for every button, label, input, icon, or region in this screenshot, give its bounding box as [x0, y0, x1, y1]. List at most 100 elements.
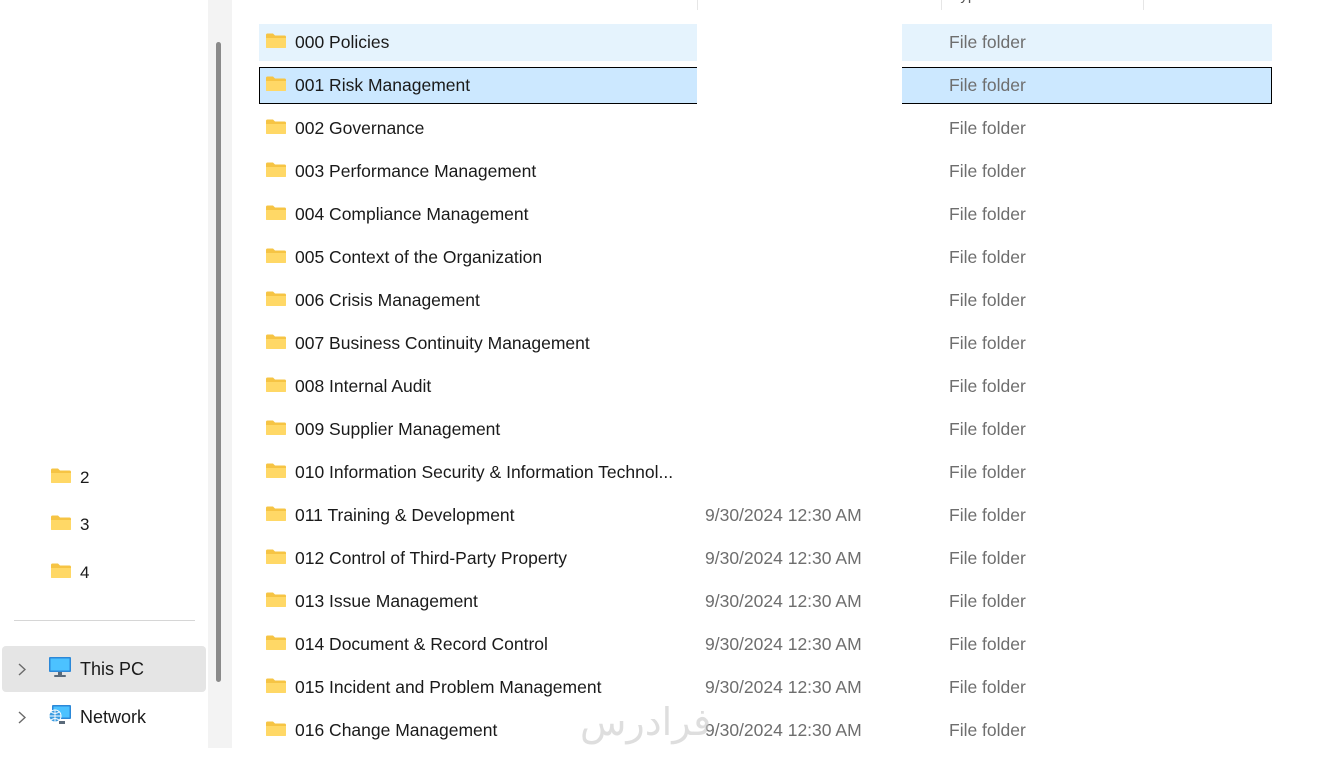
file-name-cell[interactable]: 002 Governance	[265, 110, 697, 147]
file-date-modified	[705, 282, 905, 319]
file-row[interactable]: 000 Policies File folder	[259, 24, 1272, 61]
file-row[interactable]: 006 Crisis Management File folder	[259, 282, 1272, 319]
file-row[interactable]: 014 Document & Record Control 9/30/2024 1…	[259, 626, 1272, 663]
file-date-modified: 9/30/2024 12:30 AM	[705, 720, 862, 740]
folder-icon	[265, 333, 287, 355]
file-type: File folder	[949, 247, 1026, 267]
file-name: 004 Compliance Management	[295, 204, 529, 224]
file-date-modified: 9/30/2024 12:30 AM	[705, 677, 862, 697]
chevron-right-icon[interactable]	[18, 710, 30, 724]
nav-scrollbar-thumb[interactable]	[216, 42, 221, 682]
file-name: 005 Context of the Organization	[295, 247, 543, 267]
file-name-cell[interactable]: 005 Context of the Organization	[265, 239, 697, 276]
file-row[interactable]: 004 Compliance Management File folder	[259, 196, 1272, 233]
folder-icon	[265, 75, 287, 97]
file-name-cell[interactable]: 003 Performance Management	[265, 153, 697, 190]
file-type: File folder	[949, 333, 1026, 353]
file-name-cell[interactable]: 013 Issue Management	[265, 583, 697, 620]
file-name: 012 Control of Third-Party Property	[295, 548, 568, 568]
nav-folder-item[interactable]: 3	[50, 513, 89, 537]
navigation-pane: 234 This PC Network	[0, 0, 208, 759]
file-name: 007 Business Continuity Management	[295, 333, 590, 353]
folder-icon	[265, 419, 287, 441]
file-date-modified: 9/30/2024 12:30 AM	[705, 634, 862, 654]
file-name: 002 Governance	[295, 118, 425, 138]
file-date-modified	[705, 368, 905, 405]
file-date-modified	[705, 153, 905, 190]
column-header-name[interactable]: Name	[259, 0, 697, 10]
file-type: File folder	[949, 591, 1026, 611]
file-name-cell[interactable]: 000 Policies	[265, 24, 697, 61]
folder-icon	[265, 32, 287, 54]
folder-icon	[265, 591, 287, 613]
file-type: File folder	[949, 376, 1026, 396]
file-type: File folder	[949, 462, 1026, 482]
file-name-cell[interactable]: 011 Training & Development	[265, 497, 697, 534]
folder-icon	[265, 634, 287, 656]
file-name: 010 Information Security & Information T…	[295, 462, 674, 482]
nav-scrollbar[interactable]	[208, 0, 232, 748]
file-type: File folder	[949, 204, 1026, 224]
file-name: 016 Change Management	[295, 720, 498, 740]
file-name: 013 Issue Management	[295, 591, 478, 611]
nav-divider	[14, 620, 195, 621]
pane-divider[interactable]	[232, 0, 240, 759]
column-header: Name Date modified Type Size	[240, 0, 1280, 10]
file-name: 003 Performance Management	[295, 161, 537, 181]
column-header-date[interactable]: Date modified	[697, 0, 941, 10]
file-name-cell[interactable]: 004 Compliance Management	[265, 196, 697, 233]
folder-icon	[265, 720, 287, 742]
file-name-cell[interactable]: 007 Business Continuity Management	[265, 325, 697, 362]
file-list: Name Date modified Type Size 000 Policie…	[240, 0, 1323, 759]
file-name: 011 Training & Development	[295, 505, 515, 525]
redaction-block	[697, 24, 902, 61]
file-row[interactable]: 009 Supplier Management File folder	[259, 411, 1272, 448]
file-name-cell[interactable]: 014 Document & Record Control	[265, 626, 697, 663]
file-type: File folder	[949, 634, 1026, 654]
file-row[interactable]: 008 Internal Audit File folder	[259, 368, 1272, 405]
file-type: File folder	[949, 290, 1026, 310]
folder-icon	[265, 462, 287, 484]
file-name-cell[interactable]: 009 Supplier Management	[265, 411, 697, 448]
file-name-cell[interactable]: 010 Information Security & Information T…	[265, 454, 697, 491]
nav-item-network[interactable]: Network	[2, 694, 206, 740]
folder-icon	[265, 161, 287, 183]
file-name-cell[interactable]: 012 Control of Third-Party Property	[265, 540, 697, 577]
file-row[interactable]: 012 Control of Third-Party Property 9/30/…	[259, 540, 1272, 577]
folder-icon	[265, 505, 287, 527]
folder-icon	[265, 204, 287, 226]
file-row[interactable]: 010 Information Security & Information T…	[259, 454, 1272, 491]
file-type: File folder	[949, 677, 1026, 697]
file-row[interactable]: 016 Change Management 9/30/2024 12:30 AM F…	[259, 712, 1272, 749]
column-header-type[interactable]: Type	[941, 0, 1143, 10]
file-date-modified	[705, 411, 905, 448]
file-name-cell[interactable]: 008 Internal Audit	[265, 368, 697, 405]
column-header-size[interactable]: Size	[1143, 0, 1278, 10]
file-row[interactable]: 013 Issue Management 9/30/2024 12:30 AM Fi…	[259, 583, 1272, 620]
folder-icon	[50, 467, 72, 489]
file-type: File folder	[949, 548, 1026, 568]
file-row[interactable]: 002 Governance File folder	[259, 110, 1272, 147]
chevron-right-icon[interactable]	[18, 662, 30, 676]
nav-folder-item[interactable]: 2	[50, 466, 89, 490]
file-row[interactable]: 007 Business Continuity Management File f…	[259, 325, 1272, 362]
folder-icon	[265, 118, 287, 140]
folder-icon	[265, 290, 287, 312]
file-row[interactable]: 001 Risk Management File folder	[259, 67, 1272, 104]
file-date-modified	[705, 454, 905, 491]
file-type: File folder	[949, 75, 1026, 95]
file-row[interactable]: 015 Incident and Problem Management 9/30/…	[259, 669, 1272, 706]
folder-icon	[50, 514, 72, 536]
file-row[interactable]: 011 Training & Development 9/30/2024 12:3…	[259, 497, 1272, 534]
file-name-cell[interactable]: 001 Risk Management	[265, 67, 697, 104]
nav-item-this-pc[interactable]: This PC	[2, 646, 206, 692]
file-row[interactable]: 003 Performance Management File folder	[259, 153, 1272, 190]
file-type: File folder	[949, 32, 1026, 52]
nav-item-label: Network	[80, 706, 147, 727]
nav-folder-item[interactable]: 4	[50, 561, 89, 585]
file-name-cell[interactable]: 006 Crisis Management	[265, 282, 697, 319]
file-type: File folder	[949, 419, 1026, 439]
file-date-modified: 9/30/2024 12:30 AM	[705, 591, 862, 611]
nav-folder-label: 4	[80, 563, 90, 582]
file-row[interactable]: 005 Context of the Organization File fold…	[259, 239, 1272, 276]
